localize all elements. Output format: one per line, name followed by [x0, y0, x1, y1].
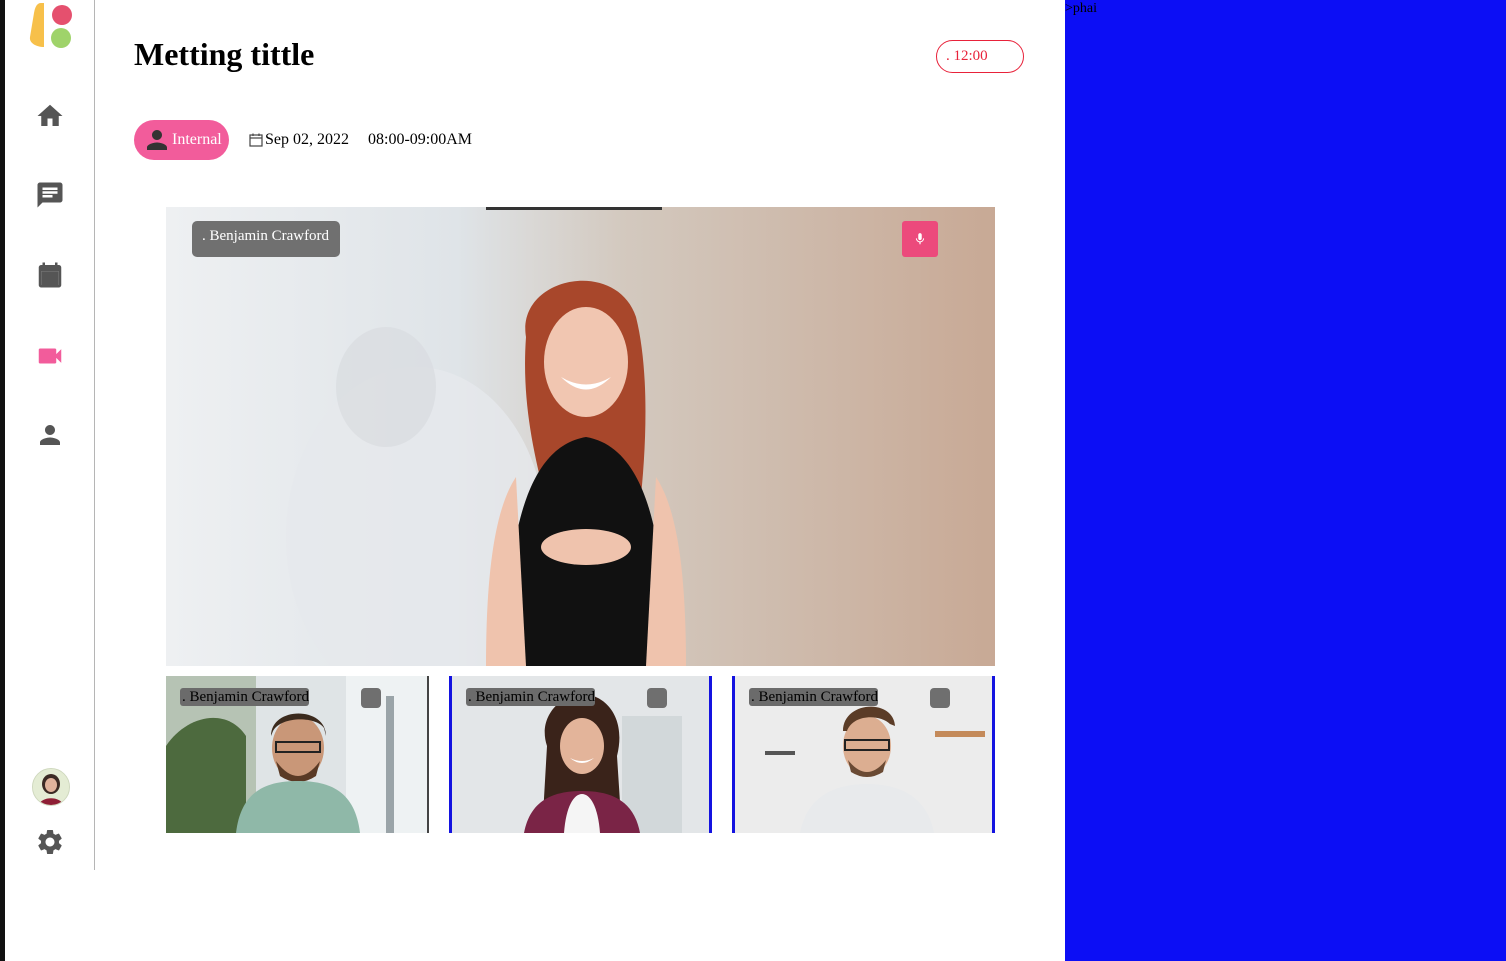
meeting-type-label: Internal	[172, 131, 222, 148]
chat-icon[interactable]	[33, 178, 67, 212]
sidebar	[5, 0, 95, 870]
mic-icon[interactable]	[647, 688, 667, 708]
person-icon	[147, 130, 167, 150]
video-icon[interactable]	[33, 339, 67, 373]
right-panel: >phai	[1065, 0, 1506, 961]
right-panel-text: >phai	[1065, 1, 1097, 16]
meeting-type-tag[interactable]: Internal	[134, 120, 229, 160]
participant-name-chip: . Benjamin Crawford	[466, 688, 596, 706]
participant-tile[interactable]: . Benjamin Crawford	[166, 676, 429, 833]
participant-name-chip: . Benjamin Crawford	[180, 688, 310, 706]
home-icon[interactable]	[33, 99, 67, 133]
gear-icon[interactable]	[33, 825, 67, 859]
meeting-date-text: Sep 02, 2022	[265, 131, 349, 148]
meeting-main: Metting tittle . 12:00 Internal Sep 02, …	[95, 0, 1065, 961]
meeting-date: Sep 02, 2022	[249, 131, 349, 149]
calendar-icon[interactable]	[33, 258, 67, 292]
speaker-video-frame	[166, 207, 995, 666]
mic-icon[interactable]	[902, 221, 938, 257]
person-icon[interactable]	[33, 418, 67, 452]
meeting-time: 08:00-09:00AM	[368, 131, 472, 148]
participant-name-chip: . Benjamin Crawford	[749, 688, 879, 706]
calendar-icon	[249, 133, 263, 147]
page-title: Metting tittle	[134, 36, 315, 72]
participant-name-chip: . Benjamin Crawford	[192, 221, 341, 257]
mic-icon[interactable]	[930, 688, 950, 708]
avatar[interactable]	[32, 768, 70, 806]
meeting-meta: Internal Sep 02, 2022 08:00-09:00AM	[134, 120, 472, 160]
main-video[interactable]: . Benjamin Crawford	[166, 207, 995, 666]
timer-badge: . 12:00	[936, 40, 1024, 73]
mic-icon[interactable]	[361, 688, 381, 708]
participant-tile[interactable]: . Benjamin Crawford	[732, 676, 995, 833]
participant-tile[interactable]: . Benjamin Crawford	[449, 676, 712, 833]
app-logo	[28, 3, 74, 49]
